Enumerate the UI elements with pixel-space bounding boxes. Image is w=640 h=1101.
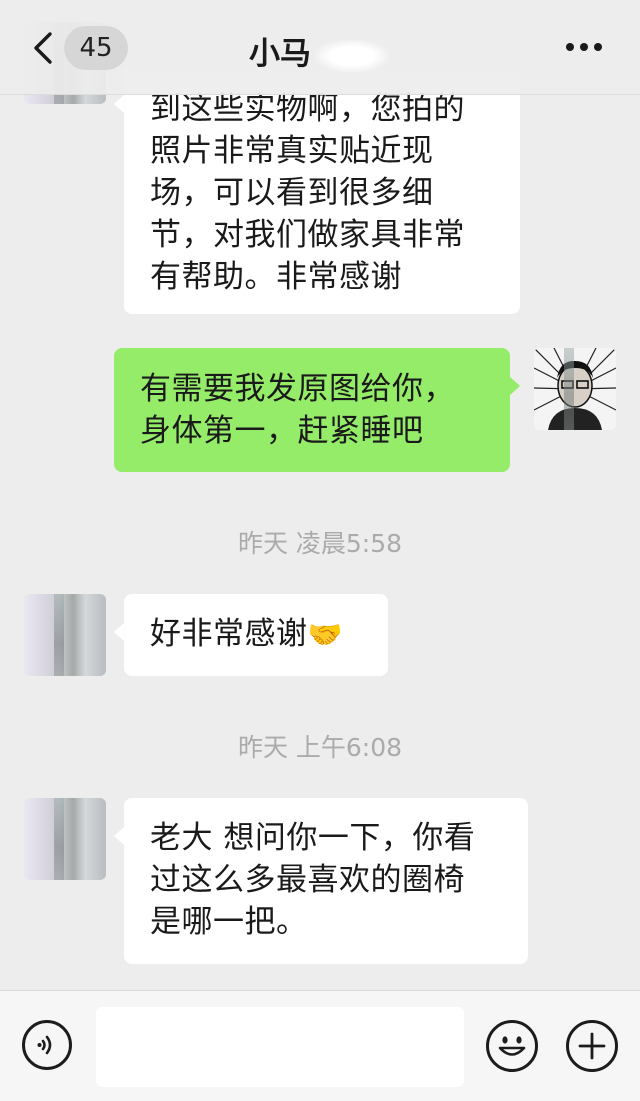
contact-avatar[interactable] xyxy=(24,594,106,676)
message-text-line: 过这么多最喜欢的圈椅 xyxy=(150,862,465,898)
chat-title: 小马 xyxy=(0,28,640,73)
message-text-line: 场，可以看到很多细 xyxy=(150,175,434,211)
message-timestamp: 昨天 上午6:08 xyxy=(237,733,403,762)
contact-name: 小马 xyxy=(249,36,311,72)
message-text-line: 有帮助。非常感谢 xyxy=(150,259,402,295)
incoming-message-bubble[interactable]: 到这些实物啊，您拍的 照片非常真实贴近现 场，可以看到很多细 节，对我们做家具非… xyxy=(114,66,520,314)
incoming-message-bubble[interactable]: 老大 想问你一下，你看 过这么多最喜欢的圈椅 是哪一把。 xyxy=(114,798,528,964)
composer-bar xyxy=(0,990,640,1101)
message-text-line: 是哪一把。 xyxy=(150,904,308,940)
contact-avatar[interactable] xyxy=(24,798,106,880)
chat-header: 45 小马 xyxy=(0,0,640,95)
outgoing-message-bubble[interactable]: 有需要我发原图给你， 身体第一，赶紧睡吧 xyxy=(114,348,520,472)
message-timestamp: 昨天 凌晨5:58 xyxy=(237,529,403,558)
more-functions-button[interactable] xyxy=(566,1020,618,1072)
handshake-emoji-icon: 🤝 xyxy=(307,618,343,651)
emoji-icon xyxy=(498,1036,526,1056)
incoming-message-bubble[interactable]: 好非常感谢🤝 xyxy=(114,594,388,676)
message-text-line: 照片非常真实贴近现 xyxy=(150,133,434,169)
redacted-name-blur xyxy=(313,38,391,73)
plus-icon xyxy=(578,1032,606,1060)
message-text-line: 节，对我们做家具非常 xyxy=(150,217,465,253)
message-list[interactable]: 到这些实物啊，您拍的 照片非常真实贴近现 场，可以看到很多细 节，对我们做家具非… xyxy=(0,0,640,990)
my-avatar[interactable] xyxy=(534,348,616,430)
voice-input-button[interactable] xyxy=(22,1020,72,1070)
emoji-button[interactable] xyxy=(486,1020,538,1072)
portrait-icon xyxy=(534,348,616,430)
message-text: 好非常感谢 xyxy=(150,616,308,652)
message-text-line: 老大 想问你一下，你看 xyxy=(150,820,476,856)
voice-icon xyxy=(37,1035,52,1055)
message-input[interactable] xyxy=(96,1007,464,1087)
more-options-icon[interactable] xyxy=(564,40,604,54)
message-text-line: 身体第一，赶紧睡吧 xyxy=(140,413,424,449)
message-text-line: 有需要我发原图给你， xyxy=(140,371,455,407)
